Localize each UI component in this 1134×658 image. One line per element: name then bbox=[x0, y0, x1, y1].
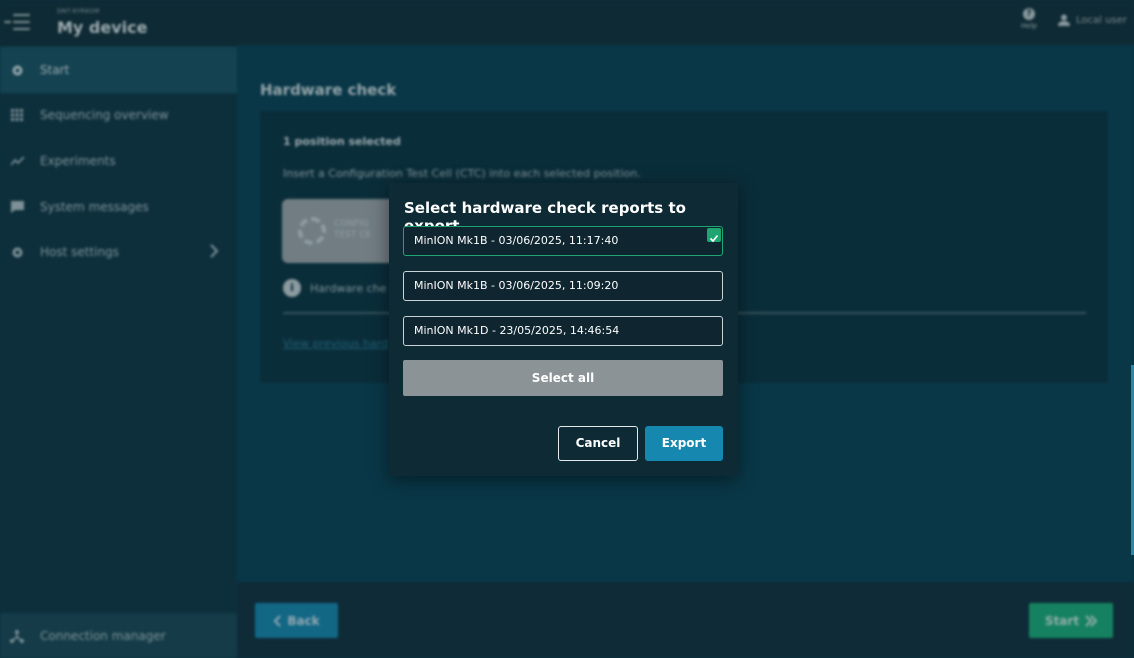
report-option[interactable]: MinION Mk1D - 23/05/2025, 14:46:54 bbox=[403, 316, 723, 346]
report-label: MinION Mk1B - 03/06/2025, 11:17:40 bbox=[414, 234, 619, 247]
report-label: MinION Mk1B - 03/06/2025, 11:09:20 bbox=[414, 279, 619, 292]
cancel-button[interactable]: Cancel bbox=[558, 426, 638, 461]
report-option[interactable]: MinION Mk1B - 03/06/2025, 11:17:40 bbox=[403, 226, 723, 256]
report-label: MinION Mk1D - 23/05/2025, 14:46:54 bbox=[414, 324, 620, 337]
export-button[interactable]: Export bbox=[645, 426, 723, 461]
report-option[interactable]: MinION Mk1B - 03/06/2025, 11:09:20 bbox=[403, 271, 723, 301]
checkmark-icon bbox=[707, 228, 721, 243]
select-all-button[interactable]: Select all bbox=[403, 360, 723, 396]
export-reports-dialog: Select hardware check reports to export … bbox=[389, 183, 738, 476]
